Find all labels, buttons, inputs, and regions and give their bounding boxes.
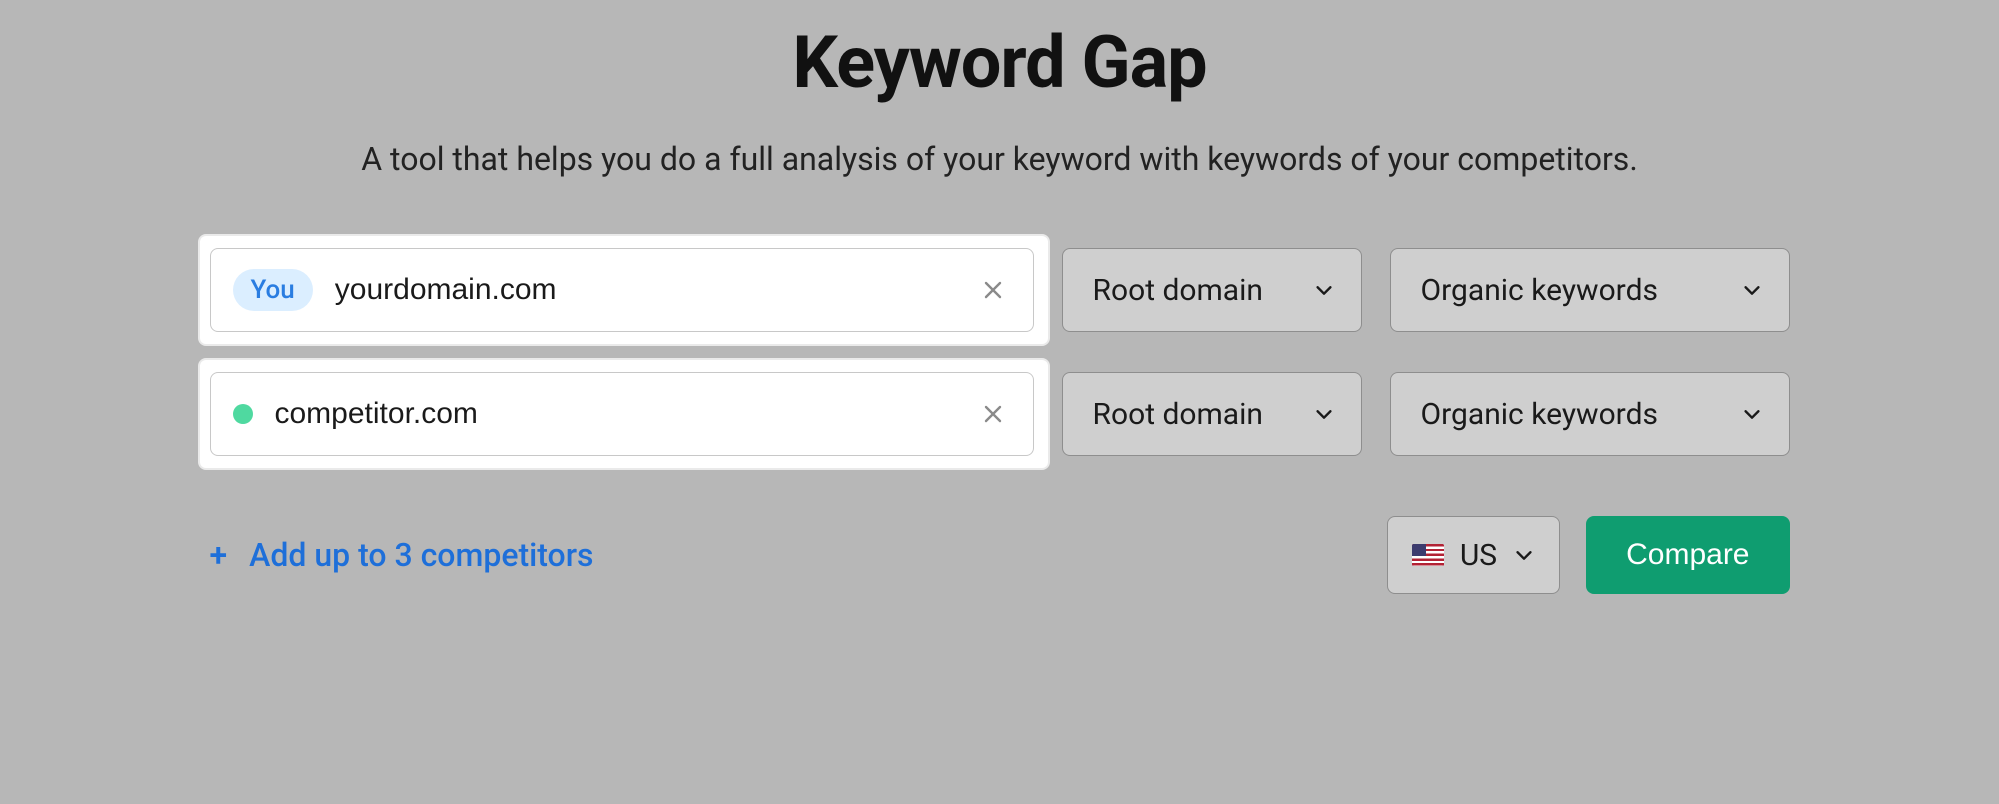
chevron-down-icon	[1313, 279, 1335, 301]
domain-row-you: You Root domain Organic keywords	[210, 248, 1790, 332]
domain-row-competitor: Root domain Organic keywords	[210, 372, 1790, 456]
competitor-keyword-type-label: Organic keywords	[1421, 397, 1658, 432]
page-title: Keyword Gap	[210, 20, 1790, 105]
competitor-color-dot	[233, 404, 253, 424]
competitor-keyword-type-select[interactable]: Organic keywords	[1390, 372, 1790, 456]
chevron-down-icon	[1513, 544, 1535, 566]
your-domain-input[interactable]	[335, 273, 975, 307]
plus-icon: +	[210, 539, 228, 571]
clear-your-domain-icon[interactable]	[975, 272, 1011, 308]
add-competitors-link[interactable]: + Add up to 3 competitors	[210, 536, 594, 574]
competitor-domain-type-select[interactable]: Root domain	[1062, 372, 1362, 456]
your-keyword-type-select[interactable]: Organic keywords	[1390, 248, 1790, 332]
us-flag-icon	[1412, 544, 1444, 566]
you-badge: You	[233, 269, 313, 311]
competitor-domain-input[interactable]	[275, 397, 975, 431]
page-subtitle: A tool that helps you do a full analysis…	[210, 140, 1790, 178]
competitor-domain-input-wrap[interactable]	[210, 372, 1034, 456]
clear-competitor-domain-icon[interactable]	[975, 396, 1011, 432]
competitor-domain-type-label: Root domain	[1093, 397, 1263, 432]
country-select[interactable]: US	[1387, 516, 1560, 594]
footer-actions: US Compare	[1387, 516, 1790, 594]
chevron-down-icon	[1741, 403, 1763, 425]
your-keyword-type-label: Organic keywords	[1421, 273, 1658, 308]
chevron-down-icon	[1741, 279, 1763, 301]
compare-button[interactable]: Compare	[1586, 516, 1789, 594]
footer-row: + Add up to 3 competitors US Compare	[210, 516, 1790, 594]
add-competitors-label: Add up to 3 competitors	[249, 536, 593, 574]
your-domain-input-wrap[interactable]: You	[210, 248, 1034, 332]
your-domain-type-label: Root domain	[1093, 273, 1263, 308]
chevron-down-icon	[1313, 403, 1335, 425]
country-label: US	[1460, 538, 1497, 573]
domain-rows: You Root domain Organic keywords	[210, 248, 1790, 456]
your-domain-type-select[interactable]: Root domain	[1062, 248, 1362, 332]
